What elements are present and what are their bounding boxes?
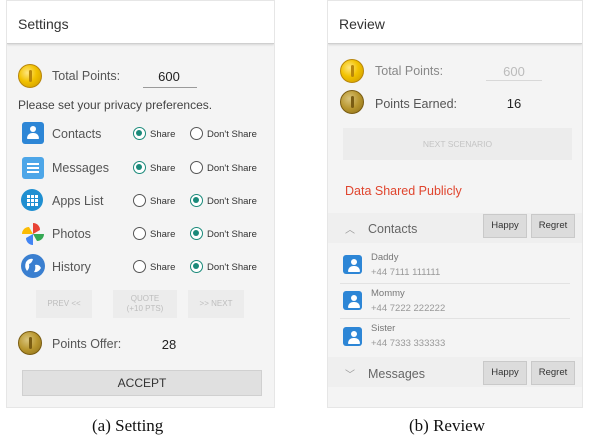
contacts-section-label: Contacts (368, 222, 418, 236)
next-button[interactable]: >> NEXT (188, 290, 244, 318)
dont-share-radio[interactable] (190, 227, 203, 240)
chevron-down-icon: ﹀ (345, 370, 355, 381)
prev-button[interactable]: PREV << (36, 290, 92, 318)
contacts-icon (22, 122, 44, 144)
points-offer-value: 28 (161, 337, 177, 352)
share-radio-label: Share (150, 229, 176, 240)
contacts-regret-button[interactable]: Regret (531, 214, 575, 238)
dont-share-radio[interactable] (190, 194, 203, 207)
dont-share-radio[interactable] (190, 260, 203, 273)
share-radio-label: Share (150, 129, 176, 140)
dont-share-radio-label: Don't Share (207, 129, 257, 140)
messages-section-label: Messages (368, 367, 425, 381)
settings-title: Settings (7, 1, 274, 44)
chevron-up-icon: ︿ (345, 225, 355, 236)
contact-number: +44 7111 111111 (371, 267, 441, 278)
contact-avatar-icon (343, 327, 362, 346)
contact-name: Mommy (371, 288, 405, 299)
pref-row-label: Messages (52, 161, 109, 175)
contact-avatar-icon (343, 255, 362, 274)
points-earned-label: Points Earned: (375, 97, 457, 111)
gold-coin-icon (18, 64, 42, 88)
total-points-label: Total Points: (375, 64, 444, 78)
divider (340, 283, 570, 284)
divider (340, 318, 570, 319)
contact-name: Sister (371, 323, 396, 334)
share-radio[interactable] (133, 227, 146, 240)
quote-button[interactable]: QUOTE (+10 PTS) (113, 290, 177, 318)
points-offer-label: Points Offer: (52, 337, 122, 351)
contact-number: +44 7333 333333 (371, 338, 446, 349)
dont-share-radio[interactable] (190, 127, 203, 140)
share-radio-label: Share (150, 163, 176, 174)
contact-name: Daddy (371, 252, 399, 263)
messages-happy-button[interactable]: Happy (483, 361, 527, 385)
dont-share-radio-label: Don't Share (207, 196, 257, 207)
dont-share-radio-label: Don't Share (207, 229, 257, 240)
pref-row-label: Apps List (52, 194, 104, 208)
share-radio[interactable] (133, 194, 146, 207)
dont-share-radio-label: Don't Share (207, 262, 257, 273)
caption-b: (b) Review (409, 416, 486, 435)
quote-button-sublabel: (+10 PTS) (126, 304, 164, 313)
bronze-coin-icon (340, 90, 364, 114)
accept-button[interactable]: ACCEPT (22, 370, 262, 396)
dont-share-radio-label: Don't Share (207, 163, 257, 174)
share-radio[interactable] (133, 127, 146, 140)
bronze-coin-icon (18, 331, 42, 355)
share-radio-label: Share (150, 196, 176, 207)
messages-regret-button[interactable]: Regret (531, 361, 575, 385)
share-radio[interactable] (133, 161, 146, 174)
history-icon (20, 253, 45, 278)
contact-avatar-icon (343, 291, 362, 310)
contact-number: +44 7222 222222 (371, 303, 446, 314)
quote-button-label: QUOTE (130, 294, 160, 303)
total-points-label: Total Points: (52, 69, 121, 83)
gold-coin-icon (340, 59, 364, 83)
data-shared-heading: Data Shared Publicly (345, 184, 462, 198)
pref-row-label: History (52, 260, 91, 274)
privacy-prompt: Please set your privacy preferences. (18, 98, 213, 112)
prev-button-label: PREV << (47, 299, 81, 308)
messages-icon (22, 157, 44, 179)
review-panel: Review Total Points: 600 Points Earned: … (327, 0, 583, 408)
contacts-happy-button[interactable]: Happy (483, 214, 527, 238)
total-points-underline (486, 80, 542, 81)
pref-row-label: Contacts (52, 127, 102, 141)
next-scenario-button[interactable]: NEXT SCENARIO (343, 128, 572, 160)
review-title: Review (328, 1, 582, 44)
photos-icon (21, 222, 44, 245)
dont-share-radio[interactable] (190, 161, 203, 174)
total-points-value: 600 (158, 69, 180, 84)
total-points-underline (143, 87, 197, 88)
settings-panel: Settings Total Points: 600 Please set yo… (6, 0, 275, 408)
total-points-value: 600 (503, 64, 525, 79)
pref-row-label: Photos (52, 227, 91, 241)
share-radio[interactable] (133, 260, 146, 273)
next-button-label: >> NEXT (199, 299, 233, 308)
apps-list-icon (21, 189, 43, 211)
points-earned-value: 16 (506, 96, 522, 111)
share-radio-label: Share (150, 262, 176, 273)
caption-a: (a) Setting (92, 416, 164, 435)
